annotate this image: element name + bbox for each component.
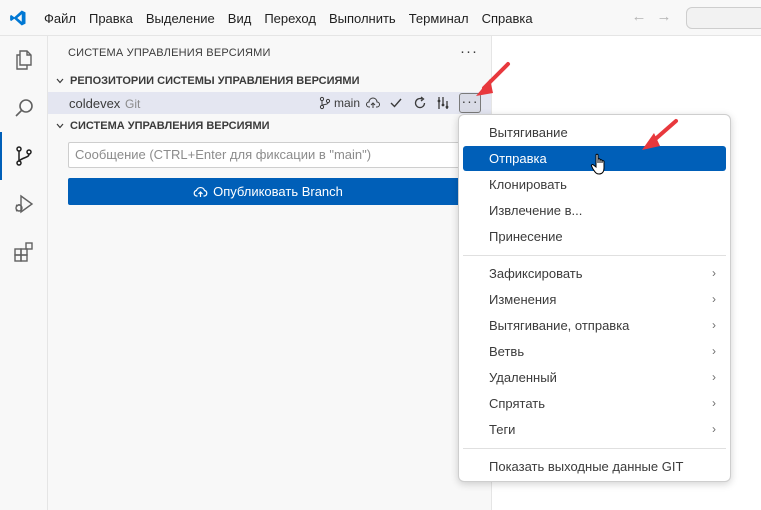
repositories-section-title: РЕПОЗИТОРИИ СИСТЕМЫ УПРАВЛЕНИЯ ВЕРСИЯМИ	[70, 75, 360, 87]
annotation-arrow-icon	[476, 62, 510, 96]
explorer-icon[interactable]	[0, 36, 48, 84]
source-control-sidebar: СИСТЕМА УПРАВЛЕНИЯ ВЕРСИЯМИ ··· РЕПОЗИТО…	[48, 36, 492, 510]
commit-check-icon[interactable]	[388, 95, 404, 111]
repository-name: coldevex	[69, 96, 121, 111]
repository-row[interactable]: coldevex Git main ···	[48, 92, 491, 114]
menu-go[interactable]: Переход	[264, 11, 316, 26]
menu-edit[interactable]: Правка	[89, 11, 133, 26]
menu-item-fetch[interactable]: Принесение	[463, 224, 726, 249]
chevron-right-icon: ›	[712, 396, 716, 410]
menu-item-commit[interactable]: Зафиксировать ›	[463, 261, 726, 286]
chevron-right-icon: ›	[712, 370, 716, 384]
menu-item-branch-label: Ветвь	[489, 344, 525, 359]
refresh-icon[interactable]	[412, 95, 428, 111]
menu-item-stash-label: Спрятать	[489, 396, 546, 411]
cloud-upload-icon	[193, 187, 208, 197]
scm-section-header[interactable]: СИСТЕМА УПРАВЛЕНИЯ ВЕРСИЯМИ	[52, 115, 270, 137]
menu-item-remote-label: Удаленный	[489, 370, 557, 385]
publish-branch-label: Опубликовать Branch	[213, 184, 343, 199]
menu-separator	[463, 448, 726, 449]
menu-item-remote[interactable]: Удаленный ›	[463, 365, 726, 390]
menu-item-changes-label: Изменения	[489, 292, 557, 307]
menu-item-commit-label: Зафиксировать	[489, 266, 583, 281]
chevron-right-icon: ›	[712, 344, 716, 358]
chevron-right-icon: ›	[712, 318, 716, 332]
scm-section-title: СИСТЕМА УПРАВЛЕНИЯ ВЕРСИЯМИ	[70, 120, 270, 132]
chevron-right-icon: ›	[712, 422, 716, 436]
branch-icon	[319, 96, 331, 110]
extensions-icon[interactable]	[0, 228, 48, 276]
repository-kind: Git	[125, 97, 141, 111]
menu-item-pull-push[interactable]: Вытягивание, отправка ›	[463, 313, 726, 338]
menu-item-stash[interactable]: Спрятать ›	[463, 391, 726, 416]
run-debug-icon[interactable]	[0, 180, 48, 228]
menu-selection[interactable]: Выделение	[146, 11, 215, 26]
chevron-down-icon	[52, 118, 68, 134]
annotation-arrow-icon	[642, 119, 678, 150]
branch-indicator[interactable]: main	[319, 96, 360, 110]
menu-items: Файл Правка Выделение Вид Переход Выполн…	[44, 0, 546, 36]
forward-arrow-icon[interactable]: →	[656, 9, 672, 25]
menu-item-tags-label: Теги	[489, 422, 516, 437]
back-arrow-icon[interactable]: ←	[631, 9, 647, 25]
menu-run[interactable]: Выполнить	[329, 11, 396, 26]
menu-item-pull[interactable]: Вытягивание	[463, 120, 726, 145]
menu-item-pull-push-label: Вытягивание, отправка	[489, 318, 630, 333]
vscode-logo-icon	[10, 10, 26, 26]
menu-help[interactable]: Справка	[482, 11, 533, 26]
command-center-input[interactable]	[686, 7, 761, 29]
menu-item-branch[interactable]: Ветвь ›	[463, 339, 726, 364]
menu-item-changes[interactable]: Изменения ›	[463, 287, 726, 312]
hand-cursor-icon	[590, 153, 605, 175]
menu-item-checkout-to[interactable]: Извлечение в...	[463, 198, 726, 223]
menu-separator	[463, 255, 726, 256]
activity-bar	[0, 36, 48, 510]
search-icon[interactable]	[0, 84, 48, 132]
publish-cloud-icon[interactable]	[365, 95, 381, 111]
chevron-down-icon	[52, 73, 68, 89]
menu-item-tags[interactable]: Теги ›	[463, 417, 726, 442]
chevron-right-icon: ›	[712, 266, 716, 280]
commit-message-input[interactable]: Сообщение (CTRL+Enter для фиксации в "ma…	[68, 142, 468, 168]
menubar: Файл Правка Выделение Вид Переход Выполн…	[0, 0, 761, 36]
sidebar-title: СИСТЕМА УПРАВЛЕНИЯ ВЕРСИЯМИ	[68, 47, 271, 59]
publish-branch-button[interactable]: Опубликовать Branch	[68, 178, 468, 205]
graph-icon[interactable]	[435, 95, 451, 111]
menu-file[interactable]: Файл	[44, 11, 76, 26]
repositories-section-header[interactable]: РЕПОЗИТОРИИ СИСТЕМЫ УПРАВЛЕНИЯ ВЕРСИЯМИ	[52, 70, 359, 92]
menu-view[interactable]: Вид	[228, 11, 252, 26]
source-control-icon[interactable]	[0, 132, 48, 180]
menu-item-show-git-output[interactable]: Показать выходные данные GIT	[463, 454, 726, 479]
chevron-right-icon: ›	[712, 292, 716, 306]
branch-name: main	[334, 96, 361, 110]
menu-terminal[interactable]: Терминал	[409, 11, 469, 26]
